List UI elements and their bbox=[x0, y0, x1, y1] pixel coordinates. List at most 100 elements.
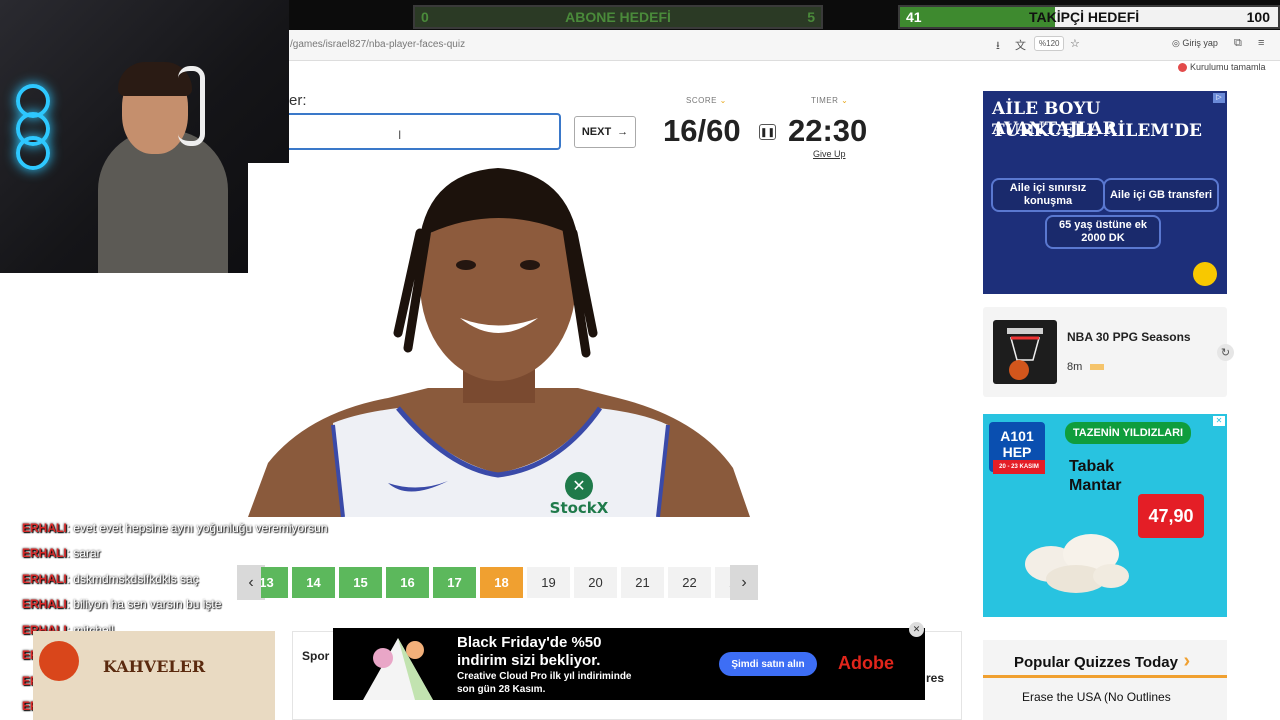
follower-goal-target: 100 bbox=[1246, 9, 1270, 25]
mushroom-icon bbox=[1025, 534, 1129, 593]
related-quiz-duration: 8m bbox=[1067, 361, 1083, 373]
subscriber-goal-target: 5 bbox=[807, 9, 815, 25]
page-23-button[interactable]: 23 bbox=[715, 567, 731, 598]
score-value: 16/60 bbox=[663, 113, 741, 148]
chat-text: : evet evet hepsine aynı yoğunluğu verem… bbox=[66, 521, 328, 535]
adobe-ad-headline2: indirim sizi bekliyor. bbox=[457, 652, 601, 669]
page-17-button[interactable]: 17 bbox=[433, 567, 476, 598]
complete-setup-link[interactable]: Kurulumu tamamla bbox=[1190, 62, 1266, 72]
bookmark-star-icon[interactable]: ☆ bbox=[1070, 37, 1080, 50]
chat-text: : dskmdmskdslfkdkls saç bbox=[66, 572, 199, 586]
chat-text: : biliyon ha sen varsın bu işte bbox=[66, 597, 222, 611]
popular-quizzes-divider bbox=[983, 675, 1227, 678]
related-quiz-card[interactable]: NBA 30 PPG Seasons 8m bbox=[983, 307, 1227, 397]
chat-username: ERHALI bbox=[22, 572, 67, 586]
refresh-icon[interactable]: ↻ bbox=[1217, 344, 1234, 361]
related-quiz-thumbnail bbox=[993, 320, 1057, 384]
pagination-next-button[interactable]: › bbox=[730, 565, 758, 600]
follower-goal-current: 41 bbox=[906, 9, 922, 25]
a101-product-line1: Tabak bbox=[1069, 458, 1115, 475]
browser-logo-icon bbox=[1178, 63, 1187, 72]
download-icon[interactable]: ⭳ bbox=[996, 37, 1000, 56]
turkcell-ad-line2: TURKCELL AİLEM'DE bbox=[992, 121, 1203, 141]
popular-quizzes-title[interactable]: Popular Quizzes Today bbox=[1014, 650, 1190, 673]
profile-icon: ◎ bbox=[1172, 38, 1183, 48]
chat-message: ERHALI: evet evet hepsine aynı yoğunluğu… bbox=[22, 521, 328, 535]
rgb-fan-icon bbox=[16, 136, 50, 170]
popular-quiz-item[interactable]: Erase the USA (No Outlines bbox=[1022, 690, 1171, 704]
adobe-ad-headline1: Black Friday'de %50 bbox=[457, 634, 602, 651]
category-label-right[interactable]: res bbox=[926, 671, 944, 685]
extensions-icon[interactable]: ⧉ bbox=[1234, 37, 1242, 50]
timer-value: 22:30 bbox=[788, 113, 868, 148]
turkcell-logo-icon bbox=[1193, 262, 1217, 286]
sports-category-label[interactable]: Spor bbox=[302, 649, 329, 663]
chevron-left-icon: ‹ bbox=[248, 573, 254, 591]
turkcell-ad-pill: Aile içi GB transferi bbox=[1103, 178, 1219, 212]
answer-input[interactable] bbox=[289, 113, 561, 150]
player-illustration: ✕ StockX bbox=[248, 168, 750, 517]
player-photo: ✕ StockX bbox=[248, 163, 750, 517]
adobe-logo: Adobe bbox=[838, 653, 894, 673]
page-16-button[interactable]: 16 bbox=[386, 567, 429, 598]
turkcell-ad[interactable]: AİLE BOYU AVANTAJLAR TURKCELL AİLEM'DE A… bbox=[983, 91, 1227, 294]
follower-goal-bar: 41 TAKİPÇİ HEDEFİ 100 bbox=[898, 5, 1280, 29]
difficulty-bar bbox=[1090, 364, 1104, 370]
chevron-right-icon: › bbox=[741, 573, 747, 591]
page-18-button[interactable]: 18 bbox=[480, 567, 523, 598]
a101-product-line2: Mantar bbox=[1069, 477, 1122, 494]
a101-date-badge: 20 - 23 KASIM bbox=[993, 460, 1045, 474]
chat-message: ERHALI: biliyon ha sen varsın bu işte bbox=[22, 597, 221, 611]
follower-goal-label: TAKİPÇİ HEDEFİ bbox=[1029, 9, 1140, 25]
turkcell-ad-pill: 65 yaş üstüne ek 2000 DK bbox=[1045, 215, 1161, 249]
question-pagination: ‹ 1314151617181920212223 › bbox=[237, 565, 758, 600]
next-button[interactable]: NEXT → bbox=[574, 116, 636, 148]
quiz-prompt: er: bbox=[289, 92, 307, 109]
burger-king-logo-icon bbox=[39, 641, 79, 681]
basketball-hoop-icon bbox=[1007, 328, 1043, 380]
adobe-ad[interactable]: Black Friday'de %50 indirim sizi bekliyo… bbox=[333, 628, 925, 700]
page-14-button[interactable]: 14 bbox=[292, 567, 335, 598]
photo-brand-text: StockX bbox=[550, 499, 609, 517]
address-bar[interactable]: /games/israel827/nba-player-faces-quiz bbox=[290, 39, 465, 50]
arrow-right-icon: → bbox=[617, 126, 629, 138]
login-button-label: Giriş yap bbox=[1182, 38, 1218, 48]
score-label[interactable]: SCORE bbox=[686, 96, 727, 105]
a101-ad[interactable]: A101 HEP UCUZ 20 - 23 KASIM TAZENİN YILD… bbox=[983, 414, 1227, 617]
ad-choices-icon[interactable]: ▷ bbox=[1213, 93, 1225, 103]
pause-icon[interactable]: ❚❚ bbox=[759, 124, 776, 140]
page-13-button[interactable]: 13 bbox=[261, 567, 288, 598]
burger-king-ad[interactable]: KAHVELER bbox=[33, 631, 275, 720]
adobe-buy-now-button[interactable]: Şimdi satın alın bbox=[719, 652, 817, 676]
adobe-ad-subline2: son gün 28 Kasım. bbox=[457, 684, 546, 695]
close-icon[interactable]: ✕ bbox=[1213, 416, 1225, 426]
turkcell-ad-pill: Aile içi sınırsız konuşma bbox=[991, 178, 1105, 212]
popular-quizzes-panel: Popular Quizzes Today Erase the USA (No … bbox=[983, 640, 1227, 720]
menu-icon[interactable]: ≡ bbox=[1258, 37, 1264, 49]
chat-username: ERHALI bbox=[22, 546, 67, 560]
burger-king-ad-title: KAHVELER bbox=[103, 657, 206, 676]
close-icon[interactable]: ✕ bbox=[909, 622, 924, 637]
translate-icon[interactable]: 文 bbox=[1015, 37, 1026, 53]
zoom-level-badge[interactable]: %120 bbox=[1034, 36, 1065, 51]
chat-message: ERHALI: sarar bbox=[22, 546, 101, 560]
chat-message: ERHALI: dskmdmskdslfkdkls saç bbox=[22, 572, 199, 586]
chat-username: ERHALI bbox=[22, 521, 67, 535]
page-15-button[interactable]: 15 bbox=[339, 567, 382, 598]
next-button-label: NEXT bbox=[581, 126, 612, 138]
headphones-icon bbox=[178, 66, 205, 146]
a101-price-tag: 47,90 bbox=[1138, 494, 1204, 538]
adobe-ad-subline1: Creative Cloud Pro ilk yıl indiriminde bbox=[457, 671, 632, 682]
page-20-button[interactable]: 20 bbox=[574, 567, 617, 598]
page-19-button[interactable]: 19 bbox=[527, 567, 570, 598]
page-21-button[interactable]: 21 bbox=[621, 567, 664, 598]
a101-banner: TAZENİN YILDIZLARI bbox=[1065, 422, 1191, 444]
login-button[interactable]: ◎ Giriş yap bbox=[1172, 38, 1218, 49]
give-up-link[interactable]: Give Up bbox=[813, 149, 846, 159]
text-cursor-icon: I bbox=[398, 128, 402, 142]
page-22-button[interactable]: 22 bbox=[668, 567, 711, 598]
webcam-feed bbox=[0, 0, 289, 273]
subscriber-goal-current: 0 bbox=[421, 9, 429, 25]
timer-label[interactable]: TIMER bbox=[811, 96, 848, 105]
related-quiz-title[interactable]: NBA 30 PPG Seasons bbox=[1067, 330, 1191, 344]
